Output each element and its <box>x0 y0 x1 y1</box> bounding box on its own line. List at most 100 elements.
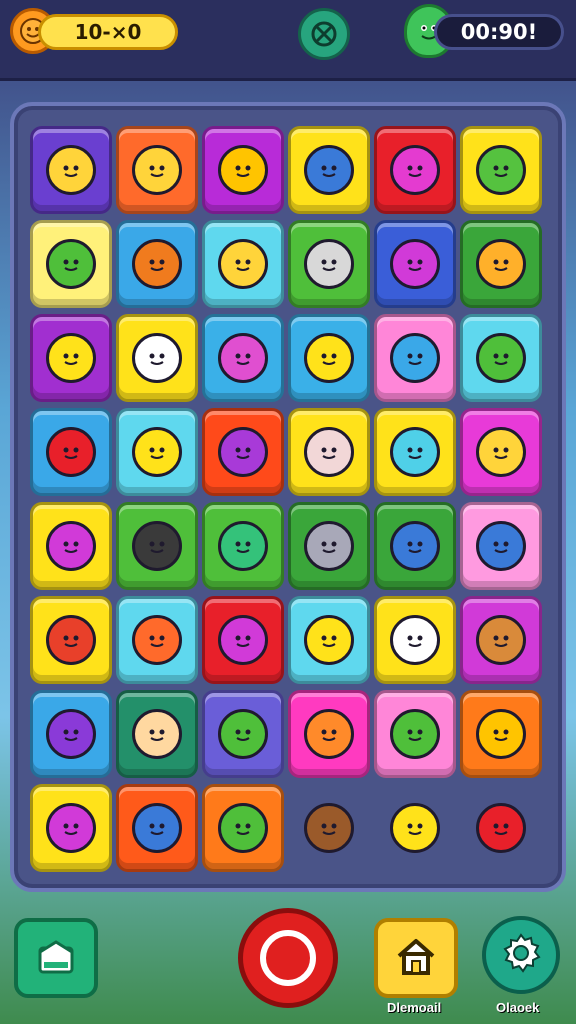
board-tile[interactable] <box>202 408 284 496</box>
board-tile[interactable] <box>116 220 198 308</box>
saw-icon <box>132 803 182 853</box>
board-tile[interactable] <box>288 408 370 496</box>
board-tile[interactable] <box>374 408 456 496</box>
board-tile[interactable] <box>460 220 542 308</box>
rocket-icon <box>132 333 182 383</box>
board-tile[interactable] <box>374 502 456 590</box>
toaster-icon <box>304 239 354 289</box>
gem-icon <box>46 427 96 477</box>
green-leaf-icon <box>390 709 440 759</box>
board-tile[interactable] <box>374 784 456 872</box>
board-tile[interactable] <box>202 126 284 214</box>
board-tile[interactable] <box>30 784 112 872</box>
board-tile[interactable] <box>116 408 198 496</box>
timer-display: 00:90! <box>434 14 564 50</box>
board-tile[interactable] <box>460 408 542 496</box>
record-icon <box>260 930 316 986</box>
board-tile[interactable] <box>460 502 542 590</box>
bug-icon <box>218 709 268 759</box>
cat-face-icon <box>476 239 526 289</box>
pumpkin-icon <box>132 239 182 289</box>
sun-face-icon <box>46 145 96 195</box>
green-splat-icon <box>218 521 268 571</box>
board-tile[interactable] <box>202 220 284 308</box>
shop-button[interactable] <box>14 918 98 998</box>
orange-icon <box>476 709 526 759</box>
blue-germ-icon <box>304 145 354 195</box>
board-tile[interactable] <box>460 690 542 778</box>
board-tile[interactable] <box>116 502 198 590</box>
board-tile[interactable] <box>288 502 370 590</box>
board-tile[interactable] <box>202 314 284 402</box>
gear-icon <box>499 931 543 979</box>
jelly-icon <box>218 427 268 477</box>
board-tile[interactable] <box>374 314 456 402</box>
board-tile[interactable] <box>116 596 198 684</box>
candy-icon <box>390 145 440 195</box>
board-tile[interactable] <box>202 690 284 778</box>
check-badge-icon <box>218 239 268 289</box>
berry-icon <box>46 615 96 665</box>
board-tile[interactable] <box>30 408 112 496</box>
target-icon <box>476 521 526 571</box>
score-display: 10-⨯0 <box>38 14 178 50</box>
board-tile[interactable] <box>374 220 456 308</box>
envelope-icon <box>304 427 354 477</box>
top-hud: 10-⨯0 00:90! <box>0 0 576 81</box>
drill-icon <box>46 803 96 853</box>
board-tile[interactable] <box>30 690 112 778</box>
board-tile[interactable] <box>30 596 112 684</box>
lemon-icon <box>46 333 96 383</box>
record-button[interactable] <box>238 908 338 1008</box>
wizard-icon <box>132 427 182 477</box>
board-tile[interactable] <box>460 126 542 214</box>
board-tile[interactable] <box>202 502 284 590</box>
moon-gem-icon <box>46 521 96 571</box>
game-board <box>10 102 566 892</box>
leaf-icon <box>476 145 526 195</box>
star-icon <box>132 145 182 195</box>
board-tile[interactable] <box>288 220 370 308</box>
plum-icon <box>46 709 96 759</box>
yellow-face-icon <box>390 803 440 853</box>
home-button-label: Dlemoail <box>387 1000 442 1015</box>
board-tile[interactable] <box>288 314 370 402</box>
settings-button[interactable] <box>482 916 560 994</box>
egg-icon <box>476 427 526 477</box>
stopwatch-icon <box>218 145 268 195</box>
disc-icon <box>390 239 440 289</box>
board-tile[interactable] <box>460 784 542 872</box>
board-tile[interactable] <box>374 596 456 684</box>
board-tile[interactable] <box>460 314 542 402</box>
board-tile[interactable] <box>288 596 370 684</box>
board-tile[interactable] <box>116 784 198 872</box>
board-tile[interactable] <box>116 314 198 402</box>
compass-icon[interactable] <box>298 8 350 60</box>
pencil-badge-icon <box>476 333 526 383</box>
shell-icon <box>304 709 354 759</box>
board-tile[interactable] <box>202 784 284 872</box>
gear-blob-icon <box>390 333 440 383</box>
board-tile[interactable] <box>460 596 542 684</box>
board-tile[interactable] <box>374 126 456 214</box>
strawberry-icon <box>476 803 526 853</box>
no-pencil-icon <box>132 615 182 665</box>
lion-icon <box>132 709 182 759</box>
board-tile[interactable] <box>202 596 284 684</box>
board-tile[interactable] <box>288 126 370 214</box>
pot-icon <box>390 521 440 571</box>
board-tile[interactable] <box>374 690 456 778</box>
board-tile[interactable] <box>116 690 198 778</box>
board-tile[interactable] <box>30 220 112 308</box>
marker-icon <box>218 333 268 383</box>
pepper-icon <box>46 239 96 289</box>
board-tile[interactable] <box>288 690 370 778</box>
board-tile[interactable] <box>30 502 112 590</box>
home-button[interactable] <box>374 918 458 998</box>
board-tile[interactable] <box>288 784 370 872</box>
settings-button-label: Olaoek <box>496 1000 540 1015</box>
board-tile[interactable] <box>30 314 112 402</box>
board-tile[interactable] <box>30 126 112 214</box>
skull-icon <box>304 521 354 571</box>
board-tile[interactable] <box>116 126 198 214</box>
